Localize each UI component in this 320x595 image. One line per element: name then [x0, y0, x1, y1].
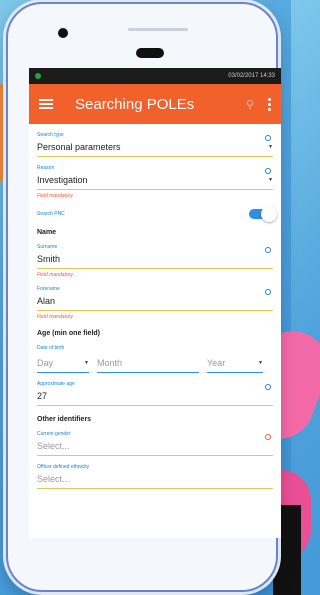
- dob-row: Day ▼ Month Year ▼: [37, 351, 273, 373]
- forename-mandatory-note: Field mandatory: [37, 314, 73, 320]
- reason-value: Investigation: [37, 175, 88, 185]
- approx-age-input[interactable]: 27: [37, 387, 273, 406]
- surname-value: Smith: [37, 254, 61, 264]
- approx-age-field[interactable]: Approximate age 27: [37, 373, 273, 406]
- search-type-value: Personal parameters: [37, 142, 121, 152]
- app-screen: 03/02/2017 14:33 Searching POLEs ⚲ Searc…: [29, 68, 281, 538]
- forename-field[interactable]: Forename Alan Field mandatory: [37, 278, 273, 320]
- dob-month-select[interactable]: Month: [97, 354, 199, 373]
- chevron-down-icon: ▼: [268, 144, 273, 150]
- ethnicity-select[interactable]: Select...: [37, 470, 273, 489]
- other-identifiers-title: Other identifiers: [37, 416, 92, 423]
- chevron-down-icon: ▼: [84, 360, 89, 366]
- speaker-grille: [136, 48, 164, 58]
- status-bar: 03/02/2017 14:33: [29, 68, 281, 84]
- search-pnc-label: Search PNC: [37, 211, 65, 217]
- dob-field: Date of birth Day ▼ Month Year ▼: [37, 337, 273, 373]
- approx-age-value: 27: [37, 391, 48, 401]
- reason-mandatory-note: Field mandatory: [37, 193, 73, 199]
- warning-icon[interactable]: [265, 434, 271, 440]
- phone-frame: 03/02/2017 14:33 Searching POLEs ⚲ Searc…: [6, 2, 281, 592]
- toggle-knob: [261, 206, 277, 222]
- app-bar: Searching POLEs ⚲: [29, 84, 281, 124]
- search-type-field[interactable]: Search type Personal parameters ▼: [37, 124, 273, 157]
- dob-year-select[interactable]: Year ▼: [207, 354, 263, 373]
- chevron-down-icon: ▼: [258, 360, 263, 366]
- gender-placeholder: Select...: [37, 441, 70, 451]
- dob-day-placeholder: Day: [37, 358, 54, 368]
- info-icon[interactable]: [265, 384, 271, 390]
- info-icon[interactable]: [265, 168, 271, 174]
- dob-month-placeholder: Month: [97, 358, 123, 368]
- name-section-title: Name: [37, 229, 57, 236]
- info-icon[interactable]: [265, 289, 271, 295]
- forename-input[interactable]: Alan: [37, 292, 273, 311]
- page-title: Searching POLEs: [75, 95, 195, 113]
- surname-input[interactable]: Smith: [37, 250, 273, 269]
- sensor-bar: [128, 28, 188, 31]
- forename-value: Alan: [37, 296, 56, 306]
- age-section-title: Age (min one field): [37, 330, 100, 337]
- more-options-icon[interactable]: [268, 97, 271, 111]
- search-type-select[interactable]: Personal parameters ▼: [37, 138, 273, 157]
- reason-field[interactable]: Reason Investigation ▼ Field mandatory: [37, 157, 273, 199]
- hamburger-menu-icon[interactable]: [39, 99, 53, 109]
- search-icon[interactable]: ⚲: [246, 98, 254, 111]
- info-icon[interactable]: [265, 247, 271, 253]
- reason-select[interactable]: Investigation ▼: [37, 171, 273, 190]
- search-form: Search type Personal parameters ▼ Reason…: [29, 124, 281, 489]
- ethnicity-placeholder: Select...: [37, 474, 70, 484]
- chevron-down-icon: ▼: [268, 177, 273, 183]
- gender-field[interactable]: Current gender Select...: [37, 423, 273, 456]
- ethnicity-field[interactable]: Officer defined ethnicity Select...: [37, 456, 273, 489]
- surname-field[interactable]: Surname Smith Field mandatory: [37, 236, 273, 278]
- dob-day-select[interactable]: Day ▼: [37, 354, 89, 373]
- info-icon[interactable]: [265, 135, 271, 141]
- search-pnc-toggle[interactable]: [249, 206, 277, 222]
- notification-dot-icon: [35, 73, 41, 79]
- search-pnc-row: Search PNC: [37, 199, 277, 222]
- gender-select[interactable]: Select...: [37, 437, 273, 456]
- status-datetime: 03/02/2017 14:33: [228, 73, 275, 79]
- dob-year-placeholder: Year: [207, 358, 226, 368]
- camera-icon: [58, 28, 68, 38]
